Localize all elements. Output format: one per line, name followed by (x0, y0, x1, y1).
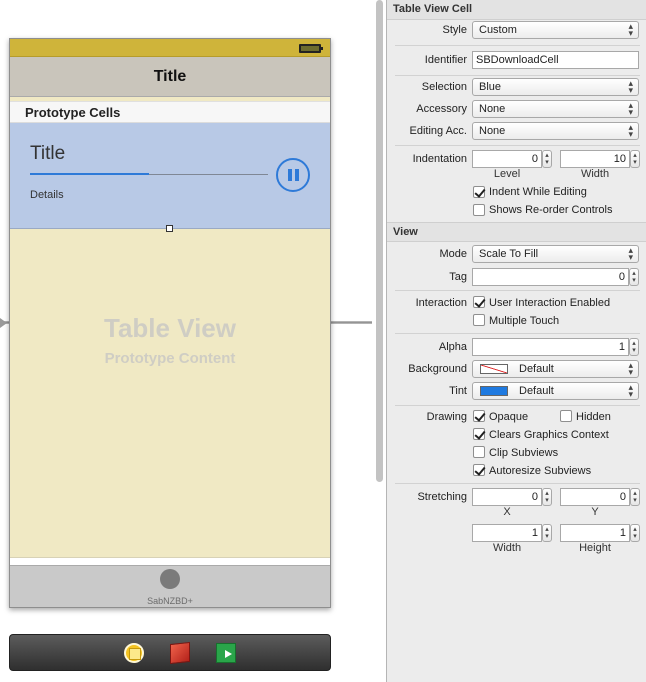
battery-icon (299, 44, 323, 53)
resize-handle[interactable] (166, 225, 173, 232)
alpha-label: Alpha (438, 341, 467, 353)
interface-builder-window: Title Prototype Cells Title Details Tabl… (0, 0, 646, 682)
autoresize-checkbox[interactable] (473, 464, 485, 476)
stretching-x-field[interactable]: 0 (472, 488, 542, 506)
indentation-level-field[interactable]: 0 (472, 150, 542, 168)
shows-reorder-checkbox[interactable] (473, 204, 485, 216)
clip-subviews-checkbox[interactable] (473, 446, 485, 458)
indent-while-editing-label[interactable]: Indent While Editing (489, 186, 587, 198)
scene-dock (9, 634, 331, 671)
indent-while-editing-checkbox[interactable] (473, 186, 485, 198)
background-label: Background (408, 363, 467, 375)
opaque-label[interactable]: Opaque (489, 411, 528, 423)
progress-fill (30, 173, 149, 175)
editing-acc-popup[interactable]: None ▴ ▾ (472, 122, 639, 140)
pause-icon (288, 169, 292, 181)
tab-bar-item-icon[interactable] (160, 569, 180, 589)
prototype-cells-label: Prototype Cells (25, 105, 121, 120)
stretching-x-stepper[interactable]: ▴ ▾ (542, 488, 552, 506)
accessory-popup[interactable]: None ▴ ▾ (472, 100, 639, 118)
user-interaction-checkbox[interactable] (473, 296, 485, 308)
width-sublabel-stretch: Width (492, 542, 522, 554)
clear-color-swatch (480, 364, 508, 374)
tab-bar-item-label[interactable]: SabNZBD+ (10, 596, 330, 606)
segue-connector-right (331, 321, 372, 324)
alpha-field[interactable]: 1 (472, 338, 629, 356)
style-popup[interactable]: Custom ▴ ▾ (472, 21, 639, 39)
cell-title-label[interactable]: Title (30, 143, 65, 165)
stretching-width-field[interactable]: 1 (472, 524, 542, 542)
indentation-width-stepper[interactable]: ▴ ▾ (630, 150, 640, 168)
tint-color-swatch (480, 386, 508, 396)
identifier-label: Identifier (424, 54, 467, 66)
selection-label: Selection (421, 81, 467, 93)
tab-bar[interactable]: SabNZBD+ (10, 565, 330, 607)
hidden-label[interactable]: Hidden (576, 411, 611, 423)
table-footer (10, 557, 330, 565)
segue-arrow (0, 318, 7, 328)
download-cell[interactable]: Title Details (10, 123, 330, 229)
y-sublabel: Y (591, 506, 599, 518)
level-sublabel: Level (493, 168, 521, 180)
table-view-controller-scene[interactable]: Title Prototype Cells Title Details Tabl… (9, 38, 331, 608)
height-sublabel-stretch: Height (579, 542, 611, 554)
multiple-touch-label[interactable]: Multiple Touch (489, 315, 559, 327)
alpha-stepper[interactable]: ▴ ▾ (629, 338, 639, 356)
style-label: Style (442, 24, 467, 36)
x-sublabel: X (503, 506, 511, 518)
drawing-label: Drawing (426, 411, 467, 423)
stretching-y-stepper[interactable]: ▴ ▾ (630, 488, 640, 506)
identifier-field[interactable]: SBDownloadCell (472, 51, 639, 69)
nav-title[interactable]: Title (10, 68, 330, 86)
selection-popup[interactable]: Blue ▴ ▾ (472, 78, 639, 96)
background-popup[interactable]: Default ▴ ▾ (472, 360, 639, 378)
hidden-checkbox[interactable] (560, 410, 572, 422)
opaque-checkbox[interactable] (473, 410, 485, 422)
clip-subviews-label[interactable]: Clip Subviews (489, 447, 558, 459)
multiple-touch-checkbox[interactable] (473, 314, 485, 326)
stretching-height-stepper[interactable]: ▴ ▾ (630, 524, 640, 542)
width-sublabel: Width (580, 168, 610, 180)
canvas-scrollbar[interactable] (376, 0, 383, 482)
tag-label: Tag (449, 271, 467, 283)
view-header: View (387, 222, 646, 242)
autoresize-label[interactable]: Autoresize Subviews (489, 465, 591, 477)
storyboard-canvas: Title Prototype Cells Title Details Tabl… (0, 0, 372, 682)
table-view-cell-header: Table View Cell (387, 0, 646, 20)
prototype-content-watermark: Prototype Content (104, 350, 236, 367)
accessory-label: Accessory (416, 103, 467, 115)
stretching-width-stepper[interactable]: ▴ ▾ (542, 524, 552, 542)
stretching-label: Stretching (417, 491, 467, 503)
stretching-height-field[interactable]: 1 (560, 524, 630, 542)
view-controller-icon[interactable] (124, 643, 144, 663)
indentation-level-stepper[interactable]: ▴ ▾ (542, 150, 552, 168)
progress-bar[interactable] (30, 173, 268, 175)
tint-label: Tint (449, 385, 467, 397)
cell-details-label[interactable]: Details (30, 189, 64, 201)
mode-popup[interactable]: Scale To Fill ▴ ▾ (472, 245, 639, 263)
clears-graphics-label[interactable]: Clears Graphics Context (489, 429, 609, 441)
exit-icon[interactable] (216, 643, 236, 663)
mode-label: Mode (439, 248, 467, 260)
status-bar (10, 39, 330, 57)
interaction-label: Interaction (415, 297, 467, 309)
stretching-y-field[interactable]: 0 (560, 488, 630, 506)
tag-field[interactable]: 0 (472, 268, 629, 286)
indentation-width-field[interactable]: 10 (560, 150, 630, 168)
prototype-cells-header: Prototype Cells (10, 101, 330, 123)
pause-button[interactable] (276, 158, 310, 192)
navigation-bar[interactable]: Title (10, 57, 330, 97)
tag-stepper[interactable]: ▴ ▾ (629, 268, 639, 286)
indentation-label: Indentation (412, 153, 467, 165)
editing-acc-label: Editing Acc. (409, 125, 467, 137)
first-responder-icon[interactable] (170, 641, 190, 665)
user-interaction-label[interactable]: User Interaction Enabled (489, 297, 610, 309)
tint-popup[interactable]: Default ▴ ▾ (472, 382, 639, 400)
shows-reorder-label[interactable]: Shows Re-order Controls (489, 204, 613, 216)
clears-graphics-checkbox[interactable] (473, 428, 485, 440)
attributes-inspector: Table View Cell Style Custom ▴ ▾ Identifie… (386, 0, 646, 682)
table-view-watermark: Table View (104, 313, 236, 343)
